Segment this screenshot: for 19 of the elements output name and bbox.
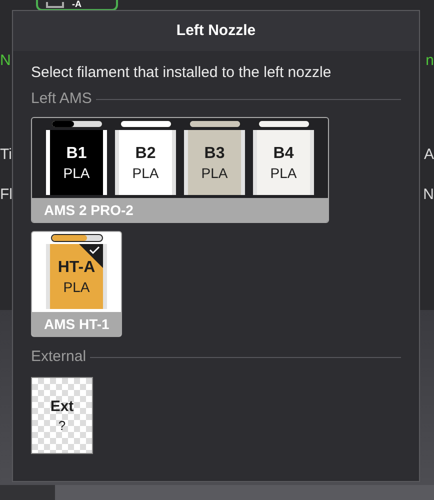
- ams-unit-name: AMS HT-1: [44, 314, 110, 334]
- background-text: n: [424, 52, 434, 70]
- background-text: Ti: [0, 146, 12, 164]
- ams-unit-name: AMS 2 PRO-2: [44, 200, 134, 220]
- section-title: Left AMS: [31, 89, 92, 109]
- dialog-title: Left Nozzle: [176, 20, 256, 41]
- device-icon: [46, 2, 64, 8]
- background-text: A: [424, 146, 434, 164]
- background-text: Fl: [0, 186, 12, 204]
- section-title: External: [31, 347, 86, 367]
- filament-slot[interactable]: B1 PLA: [46, 130, 107, 195]
- external-spool-slot[interactable]: Ext ?: [31, 377, 93, 454]
- filament-slot[interactable]: HT-A PLA: [46, 244, 107, 309]
- filament-slot[interactable]: B4 PLA: [253, 130, 314, 195]
- filament-slot[interactable]: B2 PLA: [115, 130, 176, 195]
- background-text: N: [0, 52, 12, 70]
- filament-slot[interactable]: B3 PLA: [184, 130, 245, 195]
- background-text: N: [423, 186, 434, 204]
- instruction-text: Select filament that installed to the left nozzle: [31, 63, 332, 83]
